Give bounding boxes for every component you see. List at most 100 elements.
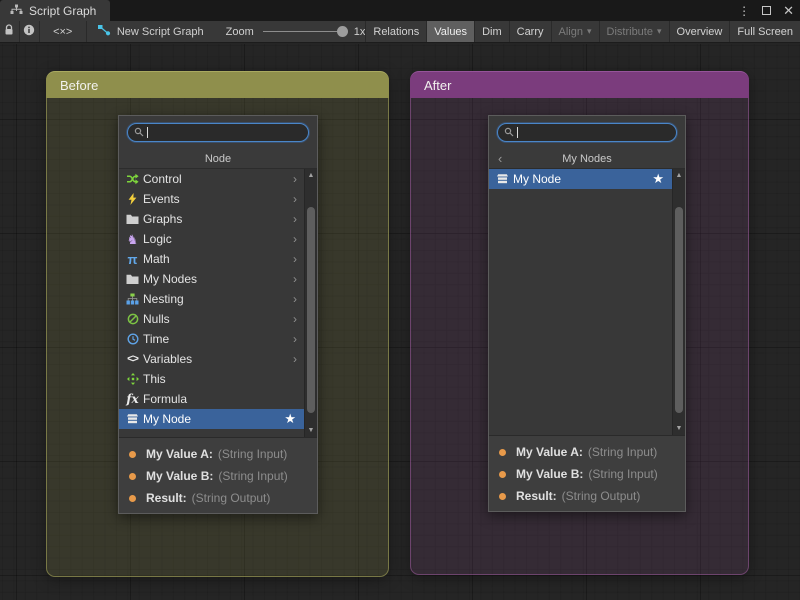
port-type: (String Output) [562,489,641,503]
finder-header-title: My Nodes [562,153,612,165]
finder-item-logic[interactable]: ♞Logic› [119,229,304,249]
zoom-slider[interactable] [263,31,345,32]
scroll-down-icon[interactable]: ▼ [308,427,315,434]
back-chevron-icon[interactable]: ‹ [498,152,502,165]
ports-section: My Value A:(String Input) My Value B: (Str… [489,435,685,511]
favorite-star-icon[interactable]: ★ [284,411,301,427]
port-type: (String Input) [588,467,657,481]
toolbar-button-full-screen[interactable]: Full Screen [729,21,800,42]
port-row-my-value-a: My Value A:(String Input) [489,441,685,463]
graph-hierarchy-icon [10,4,23,18]
finder-item-events[interactable]: Events› [119,189,304,209]
code-view-button[interactable]: <×> [40,21,87,42]
toolbar-button-carry[interactable]: Carry [509,21,551,42]
finder-item-graphs[interactable]: Graphs › [119,209,304,229]
finder-item-my-nodes[interactable]: My Nodes› [119,269,304,289]
finder-item-this[interactable]: This [119,369,304,389]
group-after-title: After [424,78,451,93]
dropdown-arrow-icon: ▾ [587,26,592,37]
zoom-control: Zoom 1x [226,21,366,42]
chevron-right-icon: › [293,352,301,366]
lock-button[interactable] [0,21,20,42]
port-dot-icon [129,495,136,502]
chevron-right-icon: › [293,212,301,226]
text-caret [517,127,518,138]
maximize-icon[interactable] [762,6,771,15]
scrollbar[interactable]: ▲ ▼ [672,169,685,435]
finder-header: Node [119,149,317,169]
toolbar-button-relations[interactable]: Relations [365,21,426,42]
finder-item-label: Formula [143,392,187,406]
finder-item-my-node[interactable]: My Node ★ [119,409,304,429]
port-label: Result: [516,489,557,503]
finder-item-time[interactable]: Time› [119,329,304,349]
scroll-up-icon[interactable]: ▲ [676,172,683,179]
scroll-down-icon[interactable]: ▼ [676,425,683,432]
finder-item-math[interactable]: πMath› [119,249,304,269]
node-list: Control›Events›Graphs›♞Logic›πMath›My No… [119,169,304,437]
port-label: My Value B: [516,467,583,481]
menu-kebab-icon[interactable]: ⋮ [738,4,750,18]
port-dot-icon [499,449,506,456]
port-label: My Value A: [146,447,213,461]
graph-canvas[interactable]: Before After Node [0,44,800,600]
toolbar-button-label: Distribute [607,26,653,38]
finder-item-control[interactable]: Control› [119,169,304,189]
toolbar-button-distribute: Distribute▾ [599,21,669,42]
close-icon[interactable]: ✕ [783,3,794,19]
port-dot-icon [129,473,136,480]
port-label: My Value B: [146,469,213,483]
clock-icon [124,333,141,345]
port-row-my-value-b: My Value B: (String Input) [489,463,685,485]
finder-item-label: My Node [143,412,191,426]
finder-item-label: This [143,372,166,386]
toolbar-button-dim[interactable]: Dim [474,21,509,42]
chevron-right-icon: › [293,292,301,306]
toolbar-button-overview[interactable]: Overview [669,21,730,42]
port-row-my-value-b: My Value B:(String Input) [119,465,317,487]
search-icon [504,124,514,142]
search-input[interactable] [521,127,670,139]
finder-item-variables[interactable]: <>Variables› [119,349,304,369]
toolbar: <×> New Script Graph Zoom 1x Relations Va… [0,21,800,43]
toolbar-button-values[interactable]: Values [426,21,474,42]
search-icon [134,124,144,142]
finder-item-my-node[interactable]: My Node★ [489,169,672,189]
formula-icon: fx [124,393,141,405]
text-caret [147,127,148,138]
finder-item-label: Graphs [143,212,182,226]
scroll-up-icon[interactable]: ▲ [308,172,315,179]
fuzzy-finder-after: ‹ My Nodes My Node★ ▲ ▼ My Value A:(Stri… [488,115,686,512]
toolbar-button-align: Align▾ [551,21,599,42]
scrollbar-thumb[interactable] [307,207,315,413]
group-before-header[interactable]: Before [46,71,389,98]
finder-item-nulls[interactable]: Nulls› [119,309,304,329]
port-row-result: Result: (String Output) [489,485,685,507]
zoom-value: 1x [354,26,366,38]
favorite-star-icon[interactable]: ★ [652,171,669,187]
toolbar-button-label: Relations [373,26,419,38]
zoom-slider-handle[interactable] [337,26,348,37]
search-row [489,116,685,149]
finder-item-nesting[interactable]: Nesting› [119,289,304,309]
scrollbar-thumb[interactable] [675,207,683,413]
finder-item-formula[interactable]: fxFormula [119,389,304,409]
math-pi-icon: π [124,253,141,266]
script-graph-window: Script Graph ⋮ ✕ <×> New Script Graph [0,0,800,600]
chevron-right-icon: › [293,272,301,286]
toolbar-button-label: Full Screen [737,26,793,38]
new-script-graph-button[interactable]: New Script Graph [87,21,214,42]
search-input[interactable] [151,127,302,139]
title-bar: Script Graph ⋮ ✕ [0,0,800,21]
nesting-icon [124,293,141,305]
control-icon [124,173,141,185]
info-button[interactable] [20,21,40,42]
group-after-header[interactable]: After [410,71,749,98]
tab-script-graph[interactable]: Script Graph [0,0,110,21]
search-box[interactable] [497,123,677,142]
finder-item-label: Events [143,192,180,206]
search-box[interactable] [127,123,309,142]
graph-node-icon [97,24,111,39]
node-icon [124,413,141,425]
scrollbar[interactable]: ▲ ▼ [304,169,317,437]
